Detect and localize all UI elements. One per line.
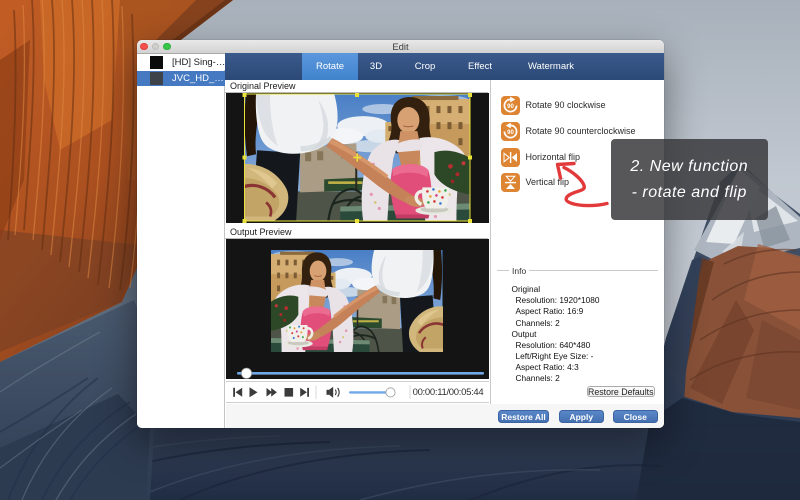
svg-text:90: 90 bbox=[507, 130, 514, 136]
svg-text:90: 90 bbox=[507, 104, 514, 110]
